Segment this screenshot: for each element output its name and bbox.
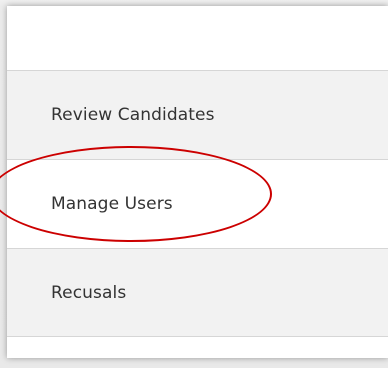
menu-item-label: Manage Users <box>51 194 173 214</box>
navigation-panel: Review Candidates Manage Users Recusals <box>7 6 388 358</box>
navigation-menu: Review Candidates Manage Users Recusals <box>7 70 388 337</box>
menu-item-label: Review Candidates <box>51 105 215 125</box>
menu-item-label: Recusals <box>51 282 127 303</box>
menu-item-review-candidates[interactable]: Review Candidates <box>7 70 388 159</box>
menu-item-manage-users[interactable]: Manage Users <box>7 159 388 248</box>
menu-item-recusals[interactable]: Recusals <box>7 248 388 337</box>
screenshot-frame: Review Candidates Manage Users Recusals <box>0 0 388 368</box>
